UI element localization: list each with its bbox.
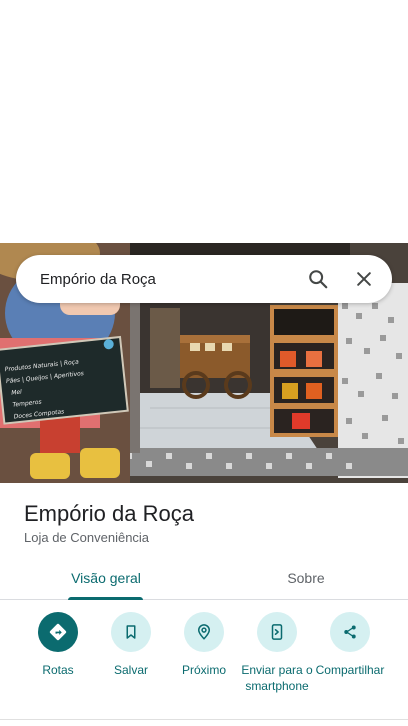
directions-button[interactable]: Rotas (18, 612, 98, 678)
bookmark-icon (111, 612, 151, 652)
directions-icon (38, 612, 78, 652)
tab-bar: Visão geral Sobre (0, 556, 408, 600)
close-icon[interactable] (344, 259, 384, 299)
chalkboard-line: Mel (11, 389, 23, 397)
share-icon (330, 612, 370, 652)
place-name: Empório da Roça (24, 501, 194, 526)
place-header: Empório da Roça Loja de Conveniência (24, 500, 384, 547)
save-button[interactable]: Salvar (91, 612, 171, 678)
send-to-phone-label: Enviar para o smartphone (241, 663, 313, 693)
search-bar[interactable]: Empório da Roça (16, 255, 392, 303)
place-category[interactable]: Loja de Conveniência (24, 529, 384, 547)
active-tab-indicator (68, 597, 143, 600)
tab-overview[interactable]: Visão geral (0, 556, 212, 600)
save-label: Salvar (113, 663, 148, 677)
share-label: Compartilhar (315, 663, 385, 677)
directions-label: Rotas (42, 663, 74, 677)
nearby-icon (184, 612, 224, 652)
action-buttons: Rotas Salvar Próximo Enviar para o smart… (0, 612, 408, 712)
send-to-phone-icon (257, 612, 297, 652)
nearby-button[interactable]: Próximo (164, 612, 244, 678)
share-button[interactable]: Compartilhar (310, 612, 390, 678)
map-area[interactable] (0, 0, 408, 243)
tab-about[interactable]: Sobre (204, 556, 408, 600)
divider (0, 719, 408, 720)
nearby-label: Próximo (181, 663, 226, 677)
search-icon[interactable] (298, 259, 338, 299)
send-to-phone-button[interactable]: Enviar para o smartphone (237, 612, 317, 694)
search-query[interactable]: Empório da Roça (40, 271, 298, 288)
